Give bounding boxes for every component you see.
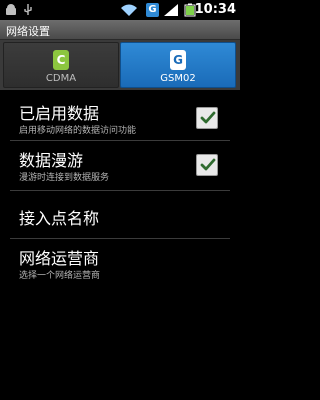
title-bar: 网络设置 — [0, 20, 240, 40]
sim-c-icon: C — [53, 50, 69, 70]
setting-network-operators-title: 网络运营商 — [19, 249, 100, 268]
setting-data-enabled-subtitle: 启用移动网络的数据访问功能 — [19, 126, 137, 136]
data-roaming-checkbox[interactable] — [196, 154, 218, 176]
page-title: 网络设置 — [6, 25, 50, 38]
tab-gsm02-label: GSM02 — [160, 73, 196, 84]
setting-data-roaming[interactable]: 数据漫游 漫游时连接到数据服务 — [0, 141, 240, 189]
checkmark-icon — [200, 158, 216, 171]
setting-apn-title: 接入点名称 — [19, 209, 100, 228]
setting-data-roaming-subtitle: 漫游时连接到数据服务 — [19, 173, 110, 183]
status-bar: G 10:34 — [0, 0, 240, 20]
wifi-icon — [121, 4, 137, 16]
usb-icon — [24, 4, 32, 15]
signal-icon — [164, 4, 178, 16]
android-icon — [6, 4, 16, 15]
setting-data-enabled[interactable]: 已启用数据 启用移动网络的数据访问功能 — [0, 92, 240, 140]
setting-apn[interactable]: 接入点名称 — [0, 191, 240, 238]
checkmark-icon — [200, 111, 216, 124]
data-enabled-checkbox[interactable] — [196, 107, 218, 129]
tab-cdma[interactable]: C CDMA — [3, 42, 119, 88]
tab-gsm02[interactable]: G GSM02 — [120, 42, 236, 88]
sim-tabs: C CDMA G GSM02 — [0, 40, 240, 90]
setting-data-roaming-title: 数据漫游 — [19, 151, 84, 170]
status-time: 10:34 — [194, 2, 236, 17]
sim-g-badge-icon: G — [170, 50, 186, 70]
tab-cdma-label: CDMA — [45, 73, 77, 84]
setting-network-operators-subtitle: 选择一个网络运营商 — [19, 271, 101, 281]
sim-g-icon: G — [146, 3, 159, 17]
setting-data-enabled-title: 已启用数据 — [19, 104, 100, 123]
setting-network-operators[interactable]: 网络运营商 选择一个网络运营商 — [0, 239, 240, 287]
